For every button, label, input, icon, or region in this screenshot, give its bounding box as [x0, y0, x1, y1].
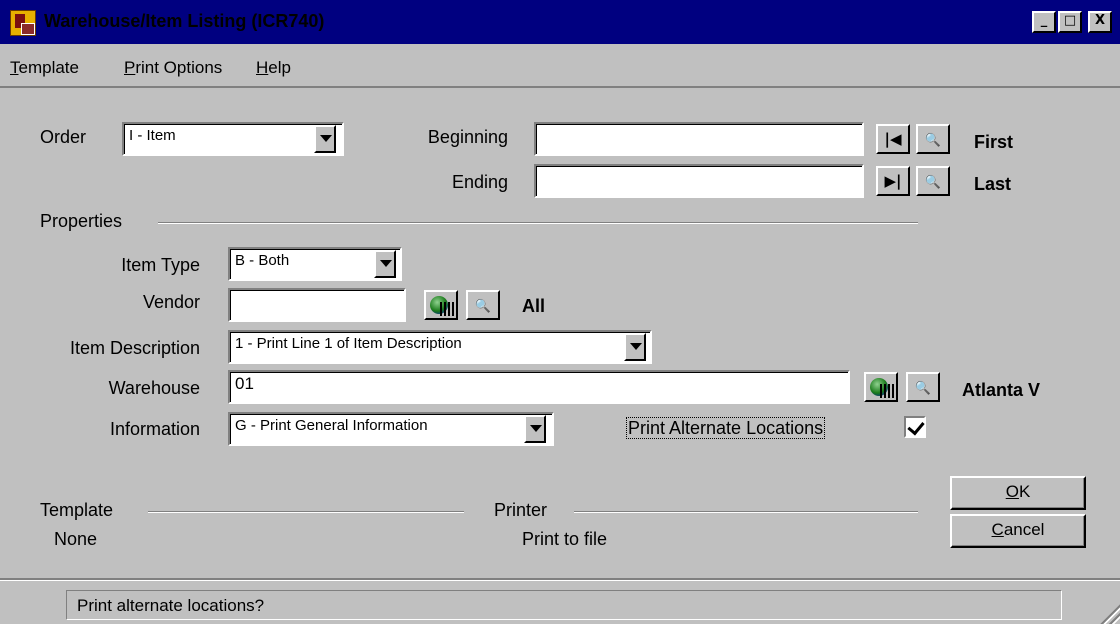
beginning-lookup-button[interactable]: 🔍 [916, 124, 950, 154]
menu-print-options[interactable]: Print Options [124, 58, 222, 78]
vendor-input[interactable] [228, 288, 406, 322]
menu-template[interactable]: Template [10, 58, 79, 78]
ending-label: Ending [451, 172, 508, 192]
maximize-button[interactable]: □ [1058, 11, 1082, 33]
warehouse-input[interactable]: 01 [228, 370, 850, 404]
printer-value: Print to file [522, 529, 608, 549]
warehouse-label: Warehouse [108, 378, 200, 398]
binoculars-icon: 🔍 [474, 299, 492, 314]
first-label: First [974, 132, 1014, 152]
size-grip-icon[interactable] [1098, 602, 1120, 624]
dropdown-arrow-icon[interactable] [624, 333, 646, 361]
first-record-icon: |◀ [884, 130, 902, 148]
last-label: Last [974, 174, 1012, 194]
item-description-select[interactable]: 1 - Print Line 1 of Item Description [228, 330, 652, 364]
warehouse-description: Atlanta V [962, 380, 1041, 400]
maximize-icon: □ [1063, 13, 1077, 28]
printer-divider [574, 511, 918, 513]
status-separator [0, 578, 1120, 581]
print-alternate-locations-label[interactable]: Print Alternate Locations [626, 417, 826, 439]
dropdown-arrow-icon[interactable] [314, 125, 336, 153]
vendor-lookup-button[interactable]: 🔍 [466, 290, 500, 320]
binoculars-icon: 🔍 [914, 381, 932, 396]
binoculars-icon: 🔍 [924, 133, 942, 148]
vendor-label: Vendor [142, 292, 200, 312]
vendor-globe-button[interactable] [424, 290, 458, 320]
last-record-icon: ▶| [884, 172, 902, 190]
beginning-label: Beginning [427, 127, 508, 147]
beginning-input[interactable] [534, 122, 864, 156]
print-alternate-locations-checkbox[interactable] [904, 416, 926, 438]
menu-help[interactable]: Help [256, 58, 291, 78]
dropdown-arrow-icon[interactable] [374, 250, 396, 278]
template-heading: Template [40, 500, 114, 520]
vendor-description: All [522, 296, 546, 316]
properties-divider [158, 222, 918, 224]
order-label: Order [40, 127, 87, 147]
dropdown-arrow-icon[interactable] [524, 415, 546, 443]
printer-heading: Printer [494, 500, 548, 520]
order-select[interactable]: I - Item [122, 122, 344, 156]
warehouse-globe-button[interactable] [864, 372, 898, 402]
properties-heading: Properties [40, 211, 123, 231]
binoculars-icon: 🔍 [924, 175, 942, 190]
template-divider [148, 511, 464, 513]
ok-button[interactable]: OK [950, 476, 1086, 510]
warehouse-lookup-button[interactable]: 🔍 [906, 372, 940, 402]
minimize-button[interactable]: _ [1032, 11, 1056, 33]
close-button[interactable]: X [1088, 11, 1112, 33]
first-record-button[interactable]: |◀ [876, 124, 910, 154]
minimize-icon: _ [1040, 13, 1048, 28]
template-value: None [54, 529, 98, 549]
ending-lookup-button[interactable]: 🔍 [916, 166, 950, 196]
cancel-button[interactable]: Cancel [950, 514, 1086, 548]
ending-input[interactable] [534, 164, 864, 198]
app-icon[interactable] [10, 10, 36, 36]
status-text: Print alternate locations? [66, 590, 1062, 620]
information-label: Information [109, 419, 200, 439]
information-select[interactable]: G - Print General Information [228, 412, 554, 446]
last-record-button[interactable]: ▶| [876, 166, 910, 196]
item-description-label: Item Description [69, 338, 200, 358]
close-icon: X [1094, 13, 1106, 28]
item-type-label: Item Type [121, 255, 200, 275]
window-title: Warehouse/Item Listing (ICR740) [44, 11, 325, 31]
